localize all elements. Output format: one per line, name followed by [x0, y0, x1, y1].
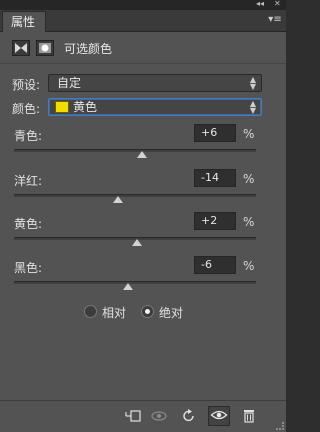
yellow-swatch: [55, 101, 69, 113]
cyan-percent: %: [243, 127, 255, 141]
cyan-label: 青色:: [14, 129, 43, 143]
magenta-slider-track[interactable]: [14, 194, 256, 197]
relative-radio[interactable]: [84, 305, 97, 318]
magenta-input[interactable]: -14: [194, 169, 236, 187]
panel-menu-icon[interactable]: ▾≡: [268, 14, 282, 26]
yellow-percent: %: [243, 215, 255, 229]
cyan-slider-track[interactable]: [14, 149, 256, 152]
updown-arrows-icon: ▲ ▼: [249, 75, 256, 91]
adjustment-header: 可选颜色: [0, 32, 286, 64]
layer-mask-icon[interactable]: [36, 40, 54, 56]
tab-properties[interactable]: 属性: [2, 11, 47, 32]
trash-icon[interactable]: [240, 408, 258, 424]
relative-label[interactable]: 相对: [102, 304, 126, 321]
magenta-label: 洋红:: [14, 174, 43, 188]
black-label: 黑色:: [14, 261, 43, 275]
preset-label: 预设:: [12, 78, 41, 92]
cyan-input[interactable]: +6: [194, 124, 236, 142]
collapse-icon[interactable]: ◂◂: [256, 0, 264, 9]
black-input[interactable]: -6: [194, 256, 236, 274]
eye-icon[interactable]: [208, 406, 230, 426]
tab-bar: 属性 ▾≡: [0, 10, 286, 32]
panel-footer: [0, 400, 286, 432]
preset-select[interactable]: 自定 ▲ ▼: [48, 74, 262, 92]
black-percent: %: [243, 259, 255, 273]
black-slider-track[interactable]: [14, 281, 256, 284]
adjustment-title: 可选颜色: [64, 42, 113, 56]
view-previous-state-icon[interactable]: [150, 408, 168, 424]
cyan-slider-thumb[interactable]: [137, 151, 148, 158]
black-slider-thumb[interactable]: [122, 283, 133, 290]
updown-arrows-icon: ▲ ▼: [249, 99, 256, 115]
yellow-label: 黄色:: [14, 217, 43, 231]
absolute-label[interactable]: 绝对: [159, 304, 183, 321]
colors-value: 黄色: [73, 100, 98, 114]
resize-grip[interactable]: [276, 422, 284, 430]
yellow-input[interactable]: +2: [194, 212, 236, 230]
magenta-slider-thumb[interactable]: [113, 196, 124, 203]
clip-to-layer-icon[interactable]: [124, 408, 142, 424]
colors-label: 颜色:: [12, 102, 41, 116]
selective-color-adjustment-icon[interactable]: [12, 40, 30, 56]
absolute-radio[interactable]: [141, 305, 154, 318]
reset-icon[interactable]: [180, 408, 198, 424]
properties-panel: 可选颜色 预设: 自定 ▲ ▼ 颜色: 黄色 ▲ ▼ 青色: +6 % 洋红: -1…: [0, 32, 286, 400]
preset-value: 自定: [57, 76, 82, 90]
colors-select[interactable]: 黄色 ▲ ▼: [48, 98, 262, 116]
panel-top-strip: ◂◂ ✕: [0, 0, 286, 10]
close-icon[interactable]: ✕: [274, 0, 281, 9]
yellow-slider-thumb[interactable]: [132, 239, 143, 246]
magenta-percent: %: [243, 172, 255, 186]
